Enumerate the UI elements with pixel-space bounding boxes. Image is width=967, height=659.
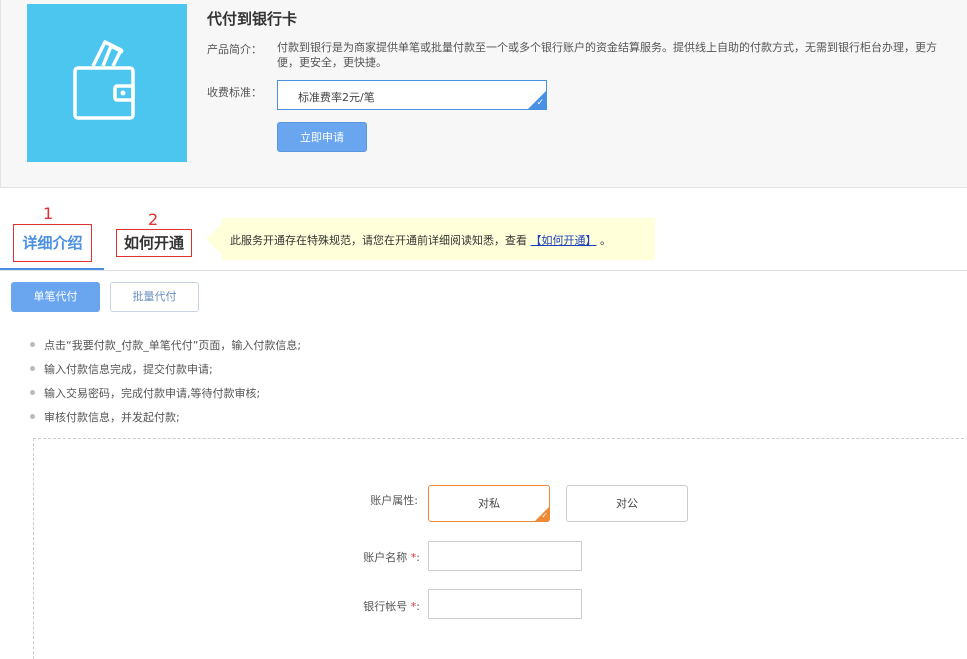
fee-option-label: 标准费率2元/笔 bbox=[298, 91, 375, 104]
tab-how-to-open[interactable]: 如何开通 bbox=[116, 229, 192, 257]
notice-suffix: 。 bbox=[600, 234, 611, 247]
step-number-1: 1 bbox=[43, 204, 54, 223]
option-private[interactable]: 对私 ✓ bbox=[428, 485, 550, 522]
option-private-label: 对私 bbox=[478, 497, 500, 510]
how-to-open-link[interactable]: 【如何开通】 bbox=[531, 234, 597, 247]
step-number-2: 2 bbox=[148, 210, 159, 229]
tab-divider bbox=[0, 270, 967, 271]
notice-text: 此服务开通存在特殊规范，请您在开通前详细阅读知悉，查看 【如何开通】 。 bbox=[230, 232, 611, 248]
tab-detail[interactable]: 详细介绍 bbox=[13, 224, 92, 262]
intro-label: 产品简介： bbox=[207, 43, 262, 56]
list-item: 输入交易密码，完成付款申请,等待付款审核; bbox=[30, 385, 301, 409]
list-item: 点击“我要付款_付款_单笔代付”页面，输入付款信息; bbox=[30, 337, 301, 361]
single-payment-button[interactable]: 单笔代付 bbox=[11, 282, 100, 312]
intro-text: 付款到银行是为商家提供单笔或批量付款至一个或多个银行账户的资金结算服务。提供线上… bbox=[277, 41, 937, 69]
notice-arrow bbox=[206, 224, 222, 254]
account-type-label: 账户属性: bbox=[370, 494, 418, 507]
option-public-label: 对公 bbox=[616, 497, 638, 510]
wallet-icon bbox=[73, 40, 135, 120]
list-item: 审核付款信息，并发起付款; bbox=[30, 409, 301, 433]
account-name-input[interactable] bbox=[428, 541, 582, 571]
account-name-text: 账户名称 bbox=[363, 551, 408, 564]
account-name-label: 账户名称 *: bbox=[320, 549, 420, 565]
label-colon: : bbox=[416, 600, 420, 613]
steps-list: 点击“我要付款_付款_单笔代付”页面，输入付款信息; 输入付款信息完成，提交付款… bbox=[30, 337, 301, 433]
batch-payment-button[interactable]: 批量代付 bbox=[110, 282, 199, 312]
bank-account-label: 银行帐号 *: bbox=[320, 598, 420, 614]
notice-message: 此服务开通存在特殊规范，请您在开通前详细阅读知悉，查看 bbox=[230, 234, 527, 247]
label-colon: : bbox=[416, 551, 420, 564]
check-icon: ✓ bbox=[541, 511, 548, 520]
fee-label: 收费标准： bbox=[207, 86, 262, 99]
list-item: 输入付款信息完成，提交付款申请; bbox=[30, 361, 301, 385]
product-panel: 代付到银行卡 产品简介： 付款到银行是为商家提供单笔或批量付款至一个或多个银行账… bbox=[0, 0, 967, 188]
product-title: 代付到银行卡 bbox=[207, 10, 298, 28]
bank-account-input[interactable] bbox=[428, 589, 582, 619]
product-image bbox=[27, 4, 187, 162]
fee-option[interactable]: 标准费率2元/笔 ✓ bbox=[277, 80, 547, 110]
bank-account-text: 银行帐号 bbox=[363, 600, 408, 613]
apply-button[interactable]: 立即申请 bbox=[277, 122, 367, 152]
notice-box: 此服务开通存在特殊规范，请您在开通前详细阅读知悉，查看 【如何开通】 。 bbox=[222, 218, 655, 260]
check-icon: ✓ bbox=[536, 98, 544, 108]
option-public[interactable]: 对公 bbox=[566, 485, 688, 522]
